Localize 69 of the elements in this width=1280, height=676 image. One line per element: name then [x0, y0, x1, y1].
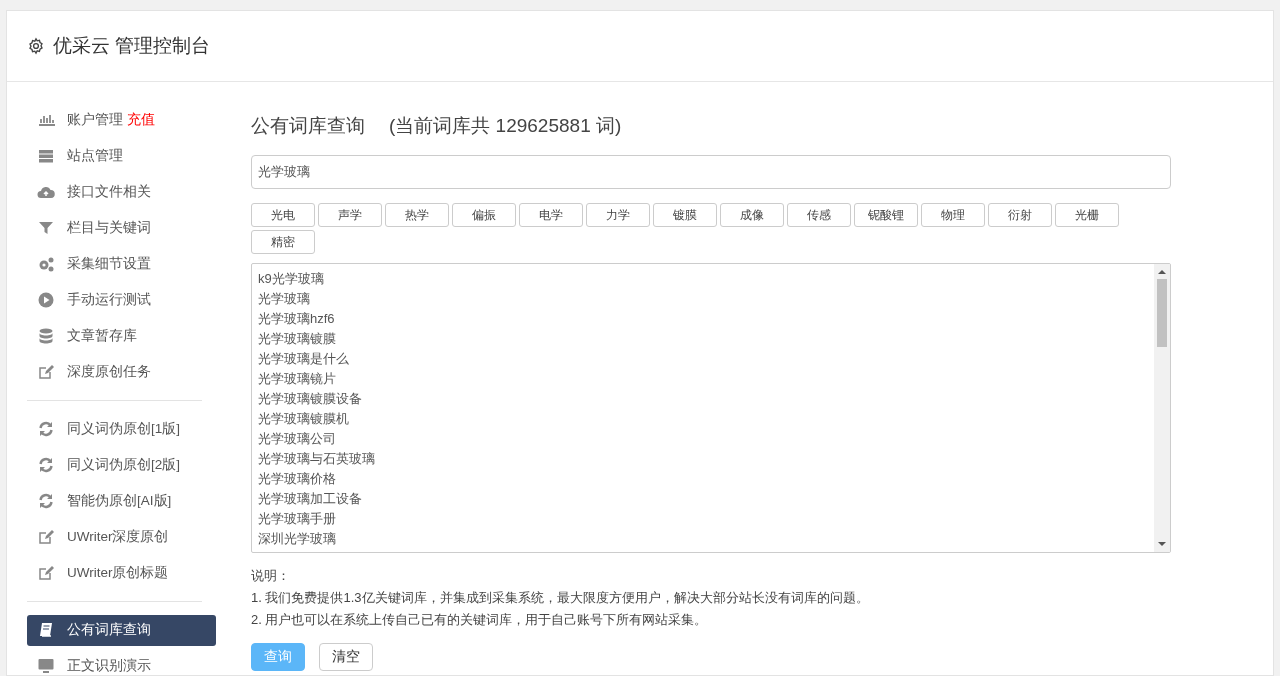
tag-button[interactable]: 声学: [318, 202, 382, 227]
tag-button[interactable]: 镀膜: [653, 202, 717, 227]
result-line: 光学玻璃价格: [258, 469, 337, 488]
sidebar-item[interactable]: 栏目与关键词: [27, 212, 216, 244]
notes-heading: 说明：: [251, 566, 291, 585]
sidebar-item[interactable]: 文章暂存库: [27, 320, 216, 352]
sidebar-item[interactable]: 采集细节设置: [27, 248, 216, 280]
sidebar-item[interactable]: UWriter原创标题: [27, 557, 216, 589]
monitor-icon: [37, 657, 55, 675]
tag-button[interactable]: 传感: [787, 202, 851, 227]
tag-button[interactable]: 偏振: [452, 202, 516, 227]
console-title: 优采云 管理控制台: [53, 33, 211, 58]
edit-icon: [37, 363, 55, 381]
tag-button[interactable]: 热学: [385, 202, 449, 227]
edit-icon: [37, 564, 55, 582]
result-line: 光学玻璃加工设备: [258, 489, 363, 508]
result-line: 光学玻璃与石英玻璃: [258, 449, 376, 468]
book-icon: [37, 621, 55, 639]
sidebar-item[interactable]: 同义词伪原创[1版]: [27, 413, 216, 445]
scrollbar-thumb[interactable]: [1157, 278, 1167, 347]
server-icon: [37, 147, 55, 165]
tag-button[interactable]: 光栅: [1055, 202, 1119, 227]
sidebar-item[interactable]: 智能伪原创[AI版]: [27, 485, 216, 517]
page-title: 公有词库查询: [251, 114, 365, 138]
action-button[interactable]: 清空: [319, 642, 373, 671]
play-icon: [37, 291, 55, 309]
result-line: 光学玻璃公司: [258, 429, 337, 448]
sidebar-item[interactable]: UWriter深度原创: [27, 521, 216, 553]
note-text: 2. 用户也可以在系统上传自己已有的关键词库，用于自己账号下所有网站采集。: [251, 610, 709, 629]
sidebar-item[interactable]: 深度原创任务: [27, 356, 216, 388]
scroll-up-icon[interactable]: [1158, 268, 1166, 275]
result-line: 光学玻璃镀膜: [258, 329, 337, 348]
sidebar-item[interactable]: 接口文件相关: [27, 176, 216, 208]
edit-icon: [37, 528, 55, 546]
sidebar-item[interactable]: 同义词伪原创[2版]: [27, 449, 216, 481]
database-icon: [37, 327, 55, 345]
result-line: 光学玻璃hzf6: [258, 309, 336, 328]
tag-button[interactable]: 光电: [251, 202, 315, 227]
refresh-icon: [37, 420, 55, 438]
filter-icon: [37, 219, 55, 237]
result-line: 光学玻璃镜片: [258, 369, 337, 388]
recharge-link[interactable]: 充值: [127, 109, 155, 131]
search-field[interactable]: 光学玻璃: [251, 154, 1171, 189]
sidebar-item[interactable]: 正文识别演示: [27, 650, 216, 675]
result-line: 光学玻璃手册: [258, 509, 337, 528]
settings-icon: [27, 37, 45, 55]
tag-button[interactable]: 衍射: [988, 202, 1052, 227]
refresh-icon: [37, 456, 55, 474]
result-line: 深圳光学玻璃: [258, 529, 337, 548]
note-text: 1. 我们免费提供1.3亿关键词库，并集成到采集系统，最大限度方便用户，解决大部分站长没有词库的问题。: [251, 588, 870, 607]
tag-button[interactable]: 铌酸锂: [854, 202, 918, 227]
sidebar-item[interactable]: 站点管理: [27, 140, 216, 172]
sidebar-item[interactable]: 公有词库查询: [27, 614, 216, 646]
sidebar-item[interactable]: 账户管理 充值: [27, 104, 216, 136]
scroll-down-icon[interactable]: [1158, 540, 1166, 547]
tag-button[interactable]: 成像: [720, 202, 784, 227]
tag-button[interactable]: 物理: [921, 202, 985, 227]
word-count: (当前词库共 129625881 词): [389, 114, 622, 138]
sidebar-item[interactable]: 手动运行测试: [27, 284, 216, 316]
refresh-icon: [37, 492, 55, 510]
tag-button[interactable]: 力学: [586, 202, 650, 227]
result-line: 光学玻璃镀膜设备: [258, 389, 363, 408]
result-line: k9光学玻璃: [258, 269, 325, 288]
result-line: 光学玻璃镀膜机: [258, 409, 350, 428]
result-line: 光学玻璃是什么: [258, 349, 350, 368]
tag-button[interactable]: 电学: [519, 202, 583, 227]
result-line: 光学玻璃: [258, 289, 311, 308]
tag-button[interactable]: 精密: [251, 229, 315, 254]
scrollbar[interactable]: [1154, 263, 1170, 552]
